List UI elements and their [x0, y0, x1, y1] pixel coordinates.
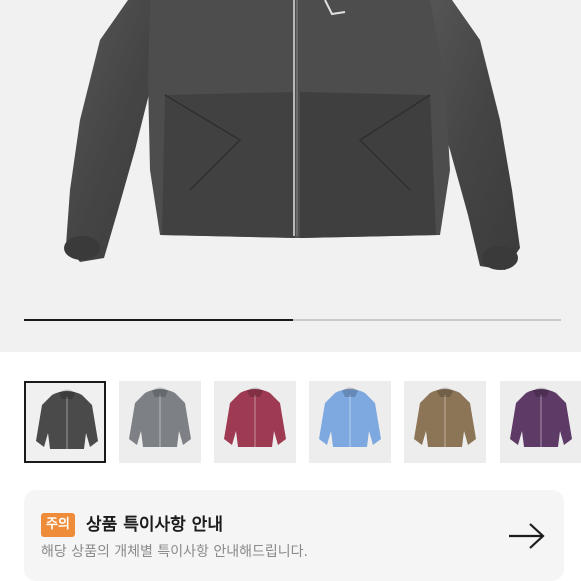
arrow-right-icon[interactable] [508, 521, 546, 551]
notice-title: 상품 특이사항 안내 [86, 515, 223, 535]
color-thumbnail-charcoal[interactable] [24, 381, 106, 463]
gallery-progress-fill [24, 319, 293, 321]
jacket-thumbnail-image [36, 389, 98, 449]
color-thumbnail-purple[interactable] [500, 381, 581, 463]
color-thumbnail-burgundy[interactable] [214, 381, 296, 463]
product-notice-card[interactable]: 주의 상품 특이사항 안내 해당 상품의 개체별 특이사항 안내해드립니다. [24, 490, 564, 581]
notice-description: 해당 상품의 개체별 특이사항 안내해드립니다. [41, 544, 308, 560]
color-thumbnail-brown[interactable] [404, 381, 486, 463]
jacket-image [64, 0, 520, 270]
warning-badge: 주의 [41, 513, 75, 537]
color-thumbnail-sky-blue[interactable] [309, 381, 391, 463]
product-image[interactable] [0, 0, 581, 352]
jacket-thumbnail-image [319, 387, 381, 447]
color-thumbnail-grey[interactable] [119, 381, 201, 463]
jacket-thumbnail-image [510, 387, 572, 447]
jacket-thumbnail-image [129, 387, 191, 447]
gallery-progress-bar [24, 319, 561, 321]
jacket-thumbnail-image [414, 387, 476, 447]
jacket-thumbnail-image [224, 387, 286, 447]
